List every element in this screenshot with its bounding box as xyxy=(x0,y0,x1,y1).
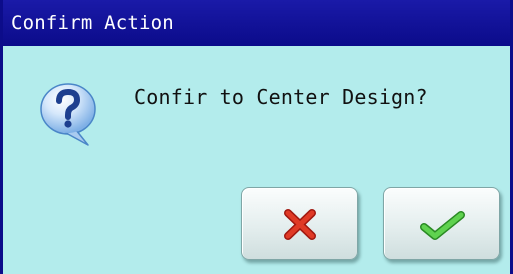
dialog-title: Confirm Action xyxy=(11,12,174,34)
question-bubble-icon xyxy=(36,79,100,149)
title-bar: Confirm Action xyxy=(3,0,510,46)
green-check-icon xyxy=(420,211,465,240)
confirm-dialog: Confirm Action Confir to Center Design? xyxy=(0,0,513,274)
confirm-message: Confir to Center Design? xyxy=(134,85,428,109)
confirm-button[interactable] xyxy=(383,187,500,260)
red-x-icon xyxy=(284,209,316,240)
cancel-button[interactable] xyxy=(241,187,358,260)
